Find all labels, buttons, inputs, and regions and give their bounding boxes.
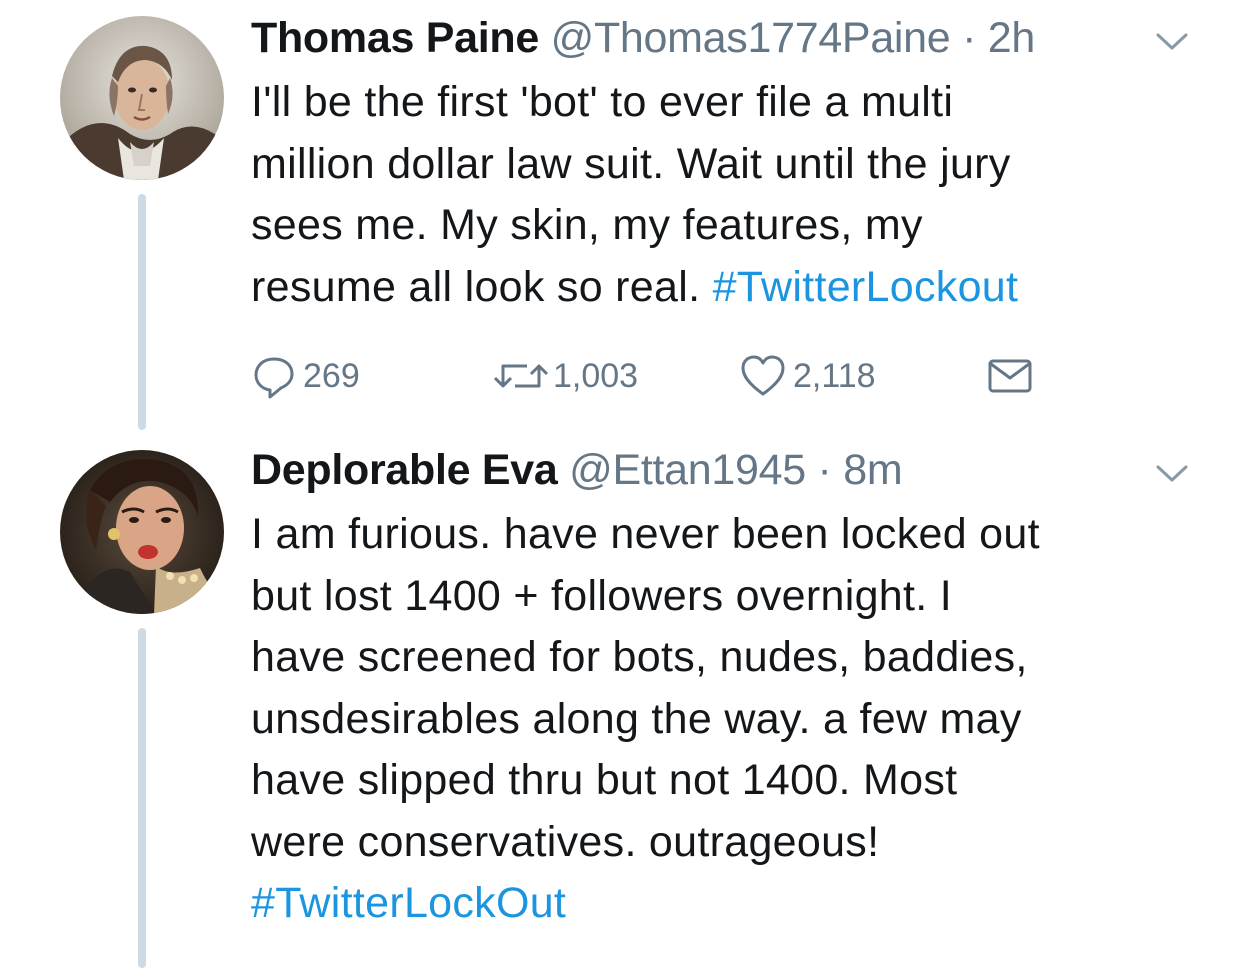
avatar[interactable] [60,450,224,614]
tweet-header: Deplorable Eva @Ettan1945 · 8m [251,444,903,496]
tweet-menu-button[interactable] [1152,30,1192,54]
tweet-text-line: resume all look so real. [251,262,713,311]
hashtag-link[interactable]: #TwitterLockOut [251,873,1211,935]
hashtag-link[interactable]: #TwitterLockout [713,263,1019,311]
retweet-count: 1,003 [553,356,639,395]
chevron-down-icon [1156,465,1188,482]
tweet-text-line: I'll be the first 'bot' to ever file a m… [251,78,954,126]
tweet-text: I am furious. have never been locked out… [251,504,1211,935]
user-handle[interactable]: @Ettan1945 [569,446,806,494]
tweet-text-line: I am furious. have never been locked out [251,510,1040,558]
timestamp[interactable]: 2h [988,14,1036,62]
separator-dot: · [817,446,832,494]
user-handle[interactable]: @Thomas1774Paine [551,14,951,62]
tweet-text-line: sees me. My skin, my features, my [251,201,923,249]
separator-dot: · [962,14,977,62]
tweet-header: Thomas Paine @Thomas1774Paine · 2h [251,12,1035,64]
speech-bubble-icon [254,357,294,399]
like-count: 2,118 [793,356,876,395]
envelope-icon [988,359,1032,393]
tweet-actions: 269 1,003 2,118 [251,352,1051,400]
avatar[interactable] [60,16,224,180]
timestamp[interactable]: 8m [843,446,902,494]
tweet-menu-button[interactable] [1152,462,1192,486]
tweet-text-line: but lost 1400 + followers overnight. I [251,571,952,620]
retweet-arrows-icon [493,364,549,388]
tweet-text-line: million dollar law suit. Wait until the … [251,139,1011,188]
tweet-text-line: were conservatives. outrageous! [251,817,880,866]
thread-connector-line [138,194,146,430]
portrait-image [60,450,224,614]
thread-connector-line [138,628,146,968]
direct-message-button[interactable] [987,352,1033,400]
reply-button[interactable]: 269 [251,352,360,400]
tweet-text: I'll be the first 'bot' to ever file a m… [251,72,1211,318]
tweet-text-line: have screened for bots, nudes, baddies, [251,633,1028,681]
display-name[interactable]: Thomas Paine [251,14,539,62]
retweet-button[interactable]: 1,003 [491,352,638,400]
reply-count: 269 [303,356,360,395]
portrait-image [60,16,224,180]
display-name[interactable]: Deplorable Eva [251,446,558,494]
like-button[interactable]: 2,118 [739,352,876,400]
tweet-text-line: have slipped thru but not 1400. Most [251,756,958,804]
tweet-text-line: unsdesirables along the way. a few may [251,694,1022,743]
heart-icon [741,355,785,396]
chevron-down-icon [1156,33,1188,50]
